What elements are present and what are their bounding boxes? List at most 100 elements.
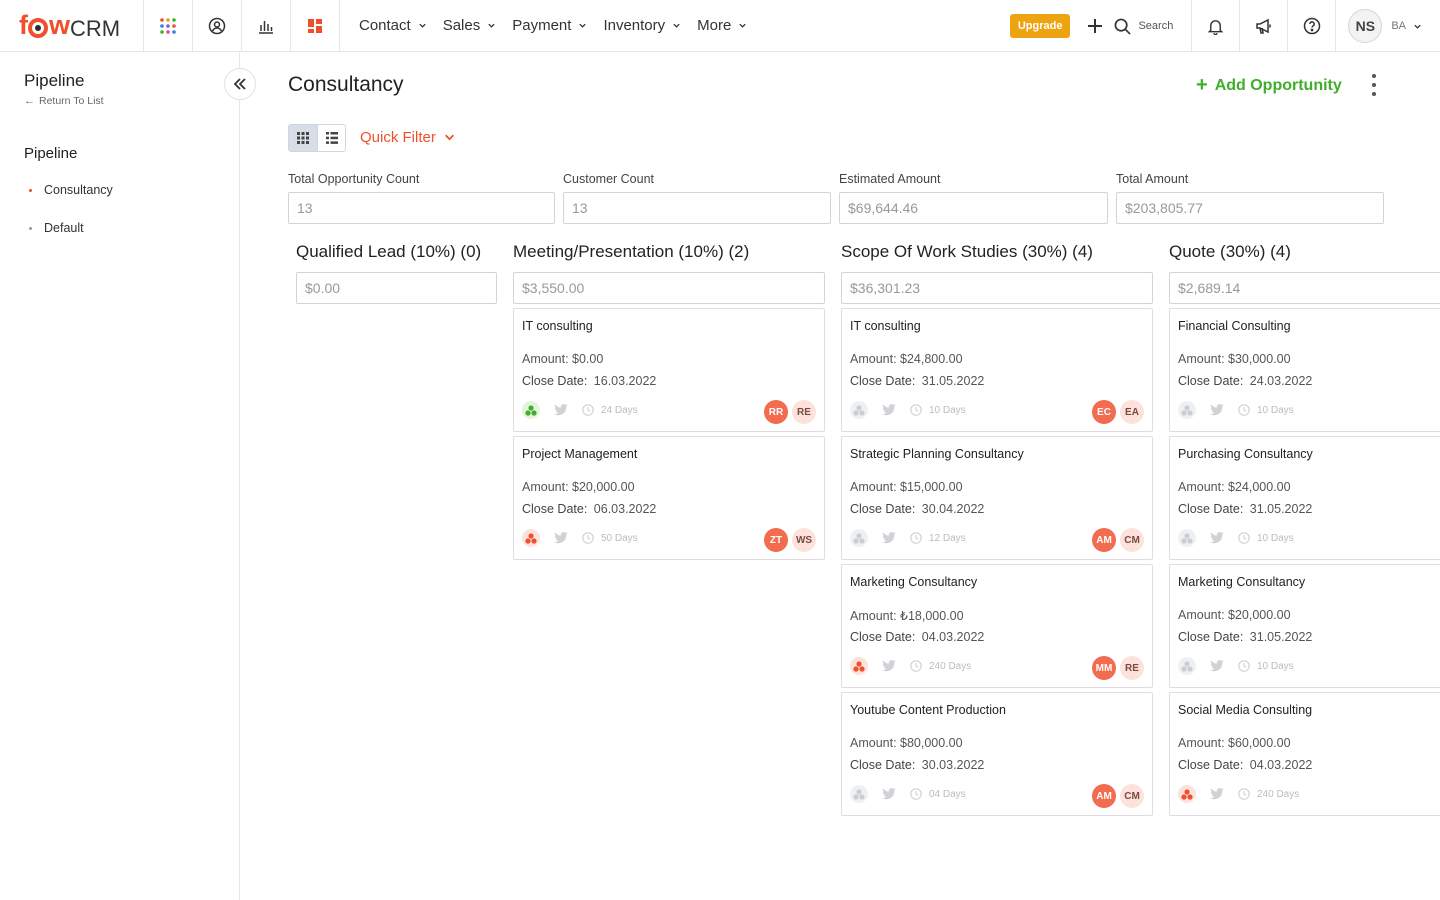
avatar: EC <box>1092 400 1116 424</box>
nav-contact-label: Contact <box>359 17 411 34</box>
card-amount: Amount: $24,000.00 <box>1178 480 1291 494</box>
logo[interactable]: f w CRM <box>0 0 144 52</box>
column-total: $0.00 <box>296 272 497 304</box>
status-icon <box>522 401 540 419</box>
main-nav: Contact Sales Payment Inventory More <box>359 17 763 34</box>
card-title: Social Media Consulting <box>1178 703 1313 717</box>
card-close-date: Close Date: 30.03.2022 <box>850 758 984 772</box>
stat-value: 13 <box>563 192 831 224</box>
announcements-icon[interactable] <box>1240 0 1289 52</box>
grid-view-icon[interactable] <box>289 125 317 151</box>
card-amount: Amount: $20,000.00 <box>522 480 635 494</box>
return-to-list-link[interactable]: ← Return To List <box>24 95 104 107</box>
card-footer: 10 Days <box>1178 529 1294 547</box>
column-title: Meeting/Presentation (10%) (2) <box>513 242 750 261</box>
card-footer: 240 Days <box>850 657 971 675</box>
stat-total-amount: Total Amount $203,805.77 <box>1116 172 1384 224</box>
avatar: CM <box>1120 528 1144 552</box>
bird-icon <box>1210 788 1224 800</box>
opportunity-card[interactable]: Strategic Planning Consultancy Amount: $1… <box>841 436 1153 560</box>
close-date-value: 31.05.2022 <box>921 374 985 388</box>
notifications-icon[interactable] <box>1192 0 1241 52</box>
status-icon <box>522 529 540 547</box>
sidebar-item-consultancy[interactable]: Consultancy <box>29 183 113 197</box>
nav-payment[interactable]: Payment <box>512 17 587 34</box>
opportunity-card[interactable]: IT consulting Amount: $0.00 Close Date: 16… <box>513 308 825 432</box>
card-amount: Amount: $15,000.00 <box>850 480 963 494</box>
nav-payment-label: Payment <box>512 17 572 34</box>
days-remaining: 10 Days <box>1257 404 1294 416</box>
more-options-icon[interactable] <box>1371 74 1377 96</box>
days-remaining: 240 Days <box>1257 788 1300 800</box>
opportunity-card[interactable]: Youtube Content Production Amount: $80,00… <box>841 692 1153 816</box>
reports-icon[interactable] <box>242 0 291 52</box>
pipeline-column: Meeting/Presentation (10%) (2) $3,550.00 I… <box>513 242 825 560</box>
card-title: Project Management <box>522 447 638 461</box>
list-view-icon[interactable] <box>317 125 345 151</box>
days-remaining: 12 Days <box>929 532 966 544</box>
add-opportunity-label: Add Opportunity <box>1214 76 1342 94</box>
card-assignees: AM CM <box>1092 784 1144 808</box>
nav-inventory[interactable]: Inventory <box>603 17 681 34</box>
days-remaining: 10 Days <box>1257 660 1294 672</box>
nav-more[interactable]: More <box>697 17 747 34</box>
card-close-date: Close Date: 31.05.2022 <box>850 374 984 388</box>
opportunity-card[interactable]: Purchasing Consultancy Amount: $24,000.00… <box>1169 436 1440 560</box>
bird-icon <box>554 404 568 416</box>
quick-filter-dropdown[interactable]: Quick Filter <box>360 129 455 146</box>
card-title: Purchasing Consultancy <box>1178 447 1313 461</box>
quick-add-icon[interactable] <box>1084 15 1106 37</box>
add-opportunity-button[interactable]: + Add Opportunity <box>1196 74 1342 97</box>
clock-icon <box>1238 532 1250 544</box>
upgrade-button[interactable]: Upgrade <box>1009 14 1071 38</box>
quick-filter-label: Quick Filter <box>360 129 436 146</box>
pipeline-column: Qualified Lead (10%) (0) $0.00 <box>296 242 497 304</box>
apps-grid-icon[interactable] <box>144 0 193 52</box>
column-title: Qualified Lead (10%) (0) <box>296 242 482 261</box>
contacts-icon[interactable] <box>193 0 242 52</box>
search-label: Search <box>1138 20 1174 32</box>
avatar: WS <box>792 528 816 552</box>
opportunity-card[interactable]: Marketing Consultancy Amount: ₺18,000.00 C… <box>841 564 1153 688</box>
clock-icon <box>910 404 922 416</box>
close-date-label: Close Date: <box>522 374 588 388</box>
avatar: CM <box>1120 784 1144 808</box>
opportunity-card[interactable]: Financial Consulting Amount: $30,000.00 Cl… <box>1169 308 1440 432</box>
card-assignees: RR RE <box>764 400 816 424</box>
search-button[interactable]: Search <box>1114 0 1193 52</box>
card-amount: Amount: $20,000.00 <box>1178 608 1291 622</box>
opportunity-card[interactable]: Project Management Amount: $20,000.00 Clos… <box>513 436 825 560</box>
main-content: Consultancy + Add Opportunity Quick Filt… <box>240 52 1440 900</box>
card-footer: 10 Days <box>850 401 966 419</box>
clock-icon <box>910 788 922 800</box>
status-icon <box>1178 657 1196 675</box>
opportunity-card[interactable]: Marketing Consultancy Amount: $20,000.00 C… <box>1169 564 1440 688</box>
user-menu[interactable]: NS BA <box>1336 0 1440 52</box>
help-icon[interactable] <box>1288 0 1337 52</box>
close-date-label: Close Date: <box>850 630 916 644</box>
collapse-sidebar-button[interactable] <box>224 68 256 100</box>
stat-value: $69,644.46 <box>839 192 1108 224</box>
close-date-label: Close Date: <box>1178 758 1244 772</box>
close-date-value: 04.03.2022 <box>1249 758 1313 772</box>
avatar: MM <box>1092 656 1116 680</box>
opportunity-card[interactable]: IT consulting Amount: $24,800.00 Close Dat… <box>841 308 1153 432</box>
chevron-down-icon <box>444 134 454 141</box>
days-remaining: 50 Days <box>601 532 638 544</box>
dashboard-icon[interactable] <box>291 0 340 52</box>
card-close-date: Close Date: 04.03.2022 <box>1178 758 1312 772</box>
chevron-down-icon <box>739 23 746 28</box>
clock-icon <box>910 660 922 672</box>
stat-customer-count: Customer Count 13 <box>563 172 831 224</box>
plus-icon: + <box>1196 74 1208 96</box>
card-close-date: Close Date: 31.05.2022 <box>1178 630 1312 644</box>
card-amount: Amount: $80,000.00 <box>850 736 963 750</box>
close-date-value: 30.03.2022 <box>921 758 985 772</box>
nav-sales[interactable]: Sales <box>443 17 497 34</box>
close-date-value: 31.05.2022 <box>1249 630 1313 644</box>
nav-contact[interactable]: Contact <box>359 17 427 34</box>
status-icon <box>850 401 868 419</box>
opportunity-card[interactable]: Social Media Consulting Amount: $60,000.0… <box>1169 692 1440 816</box>
search-icon <box>1115 18 1132 35</box>
sidebar-item-default[interactable]: Default <box>29 221 84 235</box>
